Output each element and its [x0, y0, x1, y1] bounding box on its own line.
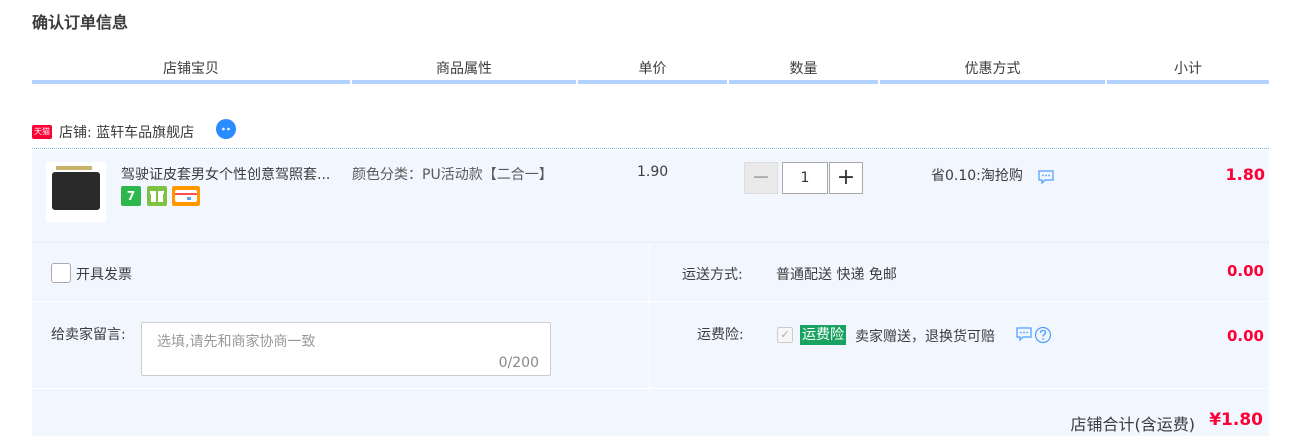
divider	[32, 388, 1269, 389]
shop-row: 天猫 店铺: 蓝轩车品旗舰店	[32, 118, 1269, 149]
7-day-return-icon[interactable]: 7	[121, 186, 141, 206]
order-table-header: 店铺宝贝 商品属性 单价 数量 优惠方式 小计	[32, 58, 1269, 84]
wangwang-chat-icon[interactable]	[216, 119, 236, 139]
promotion-text: 省0.10:淘抢购	[931, 168, 1023, 184]
order-item-row: 驾驶证皮套男女个性创意驾照套... 7 颜色分类：PU活动款【二合一】 1.90…	[32, 150, 1269, 243]
invoice-checkbox[interactable]	[51, 263, 71, 283]
shop-total-value: ¥1.80	[1209, 410, 1263, 430]
shipping-fee: 0.00	[1226, 262, 1264, 280]
shipping-insurance-label: 运费险:	[697, 327, 744, 343]
column-header-discount: 优惠方式	[880, 58, 1105, 84]
product-thumbnail[interactable]	[46, 162, 106, 222]
quantity-increase-button[interactable]: +	[829, 162, 863, 194]
seller-message-label: 给卖家留言:	[51, 327, 126, 343]
shipping-method-label: 运送方式:	[682, 267, 743, 283]
column-header-shop-item: 店铺宝贝	[32, 58, 350, 84]
chat-bubble-icon	[218, 121, 234, 138]
column-header-subtotal: 小计	[1107, 58, 1269, 84]
credit-card-icon[interactable]	[172, 186, 200, 206]
column-header-unit-price: 单价	[578, 58, 727, 84]
shipping-insurance-text: 卖家赠送，退换货可赔	[855, 329, 995, 345]
invoice-label[interactable]: 开具发票	[76, 264, 132, 284]
order-options-panel: 开具发票 运送方式: 普通配送 快递 免邮 0.00 给卖家留言: 选填,请先和…	[32, 243, 1269, 436]
divider	[649, 243, 650, 388]
tmall-icon: 天猫	[32, 125, 52, 139]
comment-help-icons[interactable]	[1016, 326, 1056, 344]
shop-name-link[interactable]: 店铺: 蓝轩车品旗舰店	[59, 122, 194, 142]
wallet-label-strip	[56, 166, 92, 170]
seller-message-placeholder: 选填,请先和商家协商一致	[157, 334, 316, 350]
gift-icon-glyph	[150, 191, 164, 202]
seller-message-input[interactable]: 选填,请先和商家协商一致 0/200	[141, 322, 551, 376]
shop-total-label: 店铺合计(含运费)	[1070, 415, 1196, 434]
shipping-method-value: 普通配送 快递 免邮	[776, 267, 897, 283]
unit-price: 1.90	[637, 164, 669, 180]
product-attribute: 颜色分类：PU活动款【二合一】	[352, 167, 553, 183]
gift-icon[interactable]	[147, 186, 167, 206]
promotion-comment-icon[interactable]	[1038, 170, 1054, 188]
seller-message-char-count: 0/200	[498, 355, 539, 371]
wallet-image	[52, 172, 100, 210]
item-subtotal: 1.80	[1225, 165, 1265, 184]
page-title: 确认订单信息	[32, 13, 129, 32]
shipping-insurance-checkbox[interactable]: ✓	[777, 327, 793, 343]
card-icon-glyph	[175, 190, 197, 202]
quantity-input[interactable]	[782, 162, 828, 194]
column-header-quantity: 数量	[729, 58, 878, 84]
shipping-insurance-icons	[1016, 326, 1056, 348]
quantity-decrease-button[interactable]: −	[744, 162, 778, 194]
shipping-insurance-fee: 0.00	[1226, 327, 1264, 345]
product-title-link[interactable]: 驾驶证皮套男女个性创意驾照套...	[121, 164, 351, 184]
divider	[32, 301, 1269, 302]
shipping-insurance-tag: 运费险	[800, 325, 846, 345]
comment-icon	[1038, 170, 1054, 185]
column-header-attributes: 商品属性	[352, 58, 576, 84]
